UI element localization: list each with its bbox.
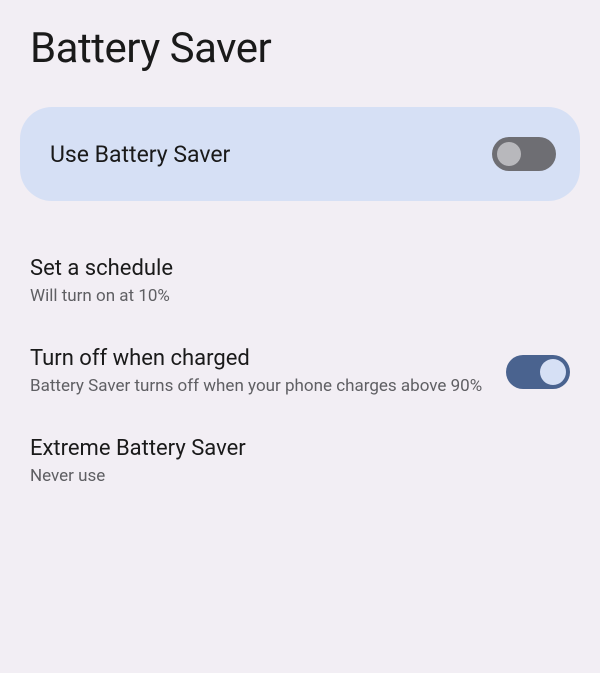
set-schedule-title: Set a schedule — [30, 256, 550, 281]
turn-off-charged-subtitle: Battery Saver turns off when your phone … — [30, 375, 486, 398]
turn-off-charged-row[interactable]: Turn off when charged Battery Saver turn… — [30, 327, 570, 417]
set-schedule-row[interactable]: Set a schedule Will turn on at 10% — [30, 237, 570, 327]
setting-text: Turn off when charged Battery Saver turn… — [30, 346, 506, 398]
setting-text: Extreme Battery Saver Never use — [30, 436, 570, 488]
turn-off-charged-title: Turn off when charged — [30, 346, 486, 371]
settings-list: Set a schedule Will turn on at 10% Turn … — [0, 201, 600, 507]
extreme-battery-saver-subtitle: Never use — [30, 465, 550, 488]
toggle-thumb — [540, 359, 566, 385]
toggle-thumb — [497, 142, 521, 166]
use-battery-saver-label: Use Battery Saver — [50, 141, 230, 168]
extreme-battery-saver-title: Extreme Battery Saver — [30, 436, 550, 461]
use-battery-saver-card[interactable]: Use Battery Saver — [20, 107, 580, 201]
use-battery-saver-toggle[interactable] — [492, 137, 556, 171]
turn-off-charged-toggle[interactable] — [506, 355, 570, 389]
setting-text: Set a schedule Will turn on at 10% — [30, 256, 570, 308]
page-title: Battery Saver — [0, 0, 600, 107]
extreme-battery-saver-row[interactable]: Extreme Battery Saver Never use — [30, 417, 570, 507]
set-schedule-subtitle: Will turn on at 10% — [30, 285, 550, 308]
